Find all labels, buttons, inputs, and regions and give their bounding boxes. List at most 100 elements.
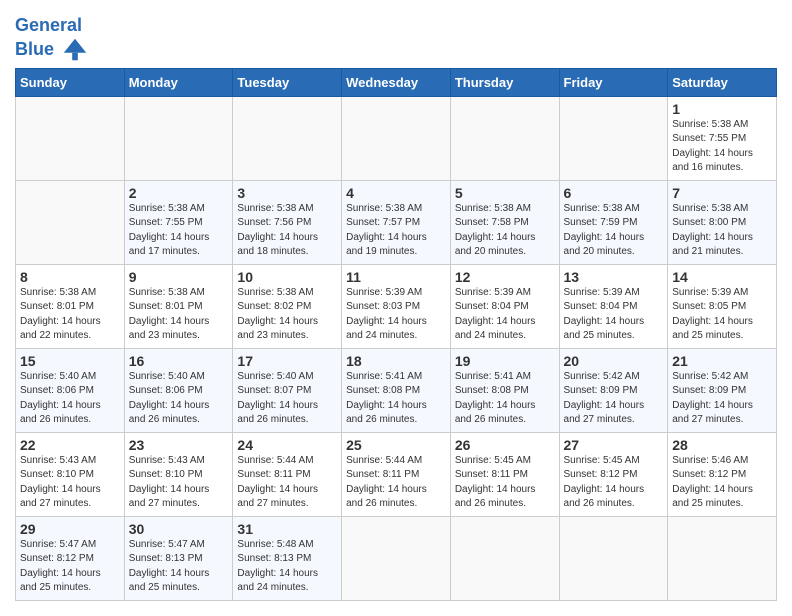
day-number: 1	[672, 101, 772, 117]
day-number: 26	[455, 437, 555, 453]
day-18: 18Sunrise: 5:41 AMSunset: 8:08 PMDayligh…	[342, 348, 451, 432]
day-8: 8Sunrise: 5:38 AMSunset: 8:01 PMDaylight…	[16, 264, 125, 348]
empty-cell	[16, 96, 125, 180]
day-info: Sunrise: 5:44 AMSunset: 8:11 PMDaylight:…	[237, 454, 337, 512]
header-tuesday: Tuesday	[233, 68, 342, 96]
day-info: Sunrise: 5:38 AMSunset: 8:01 PMDaylight:…	[129, 286, 229, 344]
empty-cell	[124, 96, 233, 180]
day-20: 20Sunrise: 5:42 AMSunset: 8:09 PMDayligh…	[559, 348, 668, 432]
day-26: 26Sunrise: 5:45 AMSunset: 8:11 PMDayligh…	[450, 432, 559, 516]
day-1: 1Sunrise: 5:38 AMSunset: 7:55 PMDaylight…	[668, 96, 777, 180]
day-7: 7Sunrise: 5:38 AMSunset: 8:00 PMDaylight…	[668, 180, 777, 264]
day-number: 11	[346, 269, 446, 285]
day-number: 2	[129, 185, 229, 201]
day-number: 6	[564, 185, 664, 201]
day-info: Sunrise: 5:39 AMSunset: 8:04 PMDaylight:…	[455, 286, 555, 344]
day-number: 27	[564, 437, 664, 453]
day-number: 8	[20, 269, 120, 285]
day-info: Sunrise: 5:40 AMSunset: 8:07 PMDaylight:…	[237, 370, 337, 428]
day-28: 28Sunrise: 5:46 AMSunset: 8:12 PMDayligh…	[668, 432, 777, 516]
day-info: Sunrise: 5:45 AMSunset: 8:11 PMDaylight:…	[455, 454, 555, 512]
day-24: 24Sunrise: 5:44 AMSunset: 8:11 PMDayligh…	[233, 432, 342, 516]
empty-cell	[450, 96, 559, 180]
day-number: 3	[237, 185, 337, 201]
calendar-week-2: 2Sunrise: 5:38 AMSunset: 7:55 PMDaylight…	[16, 180, 777, 264]
day-info: Sunrise: 5:40 AMSunset: 8:06 PMDaylight:…	[129, 370, 229, 428]
day-30: 30Sunrise: 5:47 AMSunset: 8:13 PMDayligh…	[124, 516, 233, 600]
day-9: 9Sunrise: 5:38 AMSunset: 8:01 PMDaylight…	[124, 264, 233, 348]
day-11: 11Sunrise: 5:39 AMSunset: 8:03 PMDayligh…	[342, 264, 451, 348]
calendar-week-3: 8 Sunrise: 5:38 AMSunset: 8:01 PMDaylight…	[16, 264, 777, 348]
day-number: 24	[237, 437, 337, 453]
day-number: 25	[346, 437, 446, 453]
empty-cell	[342, 96, 451, 180]
day-number: 5	[455, 185, 555, 201]
day-number: 20	[564, 353, 664, 369]
day-number: 28	[672, 437, 772, 453]
header-sunday: Sunday	[16, 68, 125, 96]
header-thursday: Thursday	[450, 68, 559, 96]
day-19: 19Sunrise: 5:41 AMSunset: 8:08 PMDayligh…	[450, 348, 559, 432]
logo-text-2: Blue	[15, 36, 89, 64]
day-4: 4Sunrise: 5:38 AMSunset: 7:57 PMDaylight…	[342, 180, 451, 264]
empty-cell	[559, 96, 668, 180]
page-header: General Blue	[15, 10, 777, 64]
day-info: Sunrise: 5:41 AMSunset: 8:08 PMDaylight:…	[455, 370, 555, 428]
day-31: 31Sunrise: 5:48 AMSunset: 8:13 PMDayligh…	[233, 516, 342, 600]
day-info: Sunrise: 5:39 AMSunset: 8:04 PMDaylight:…	[564, 286, 664, 344]
day-info: Sunrise: 5:40 AMSunset: 8:06 PMDaylight:…	[20, 370, 120, 428]
day-info: Sunrise: 5:42 AMSunset: 8:09 PMDaylight:…	[564, 370, 664, 428]
day-info: Sunrise: 5:38 AMSunset: 8:02 PMDaylight:…	[237, 286, 337, 344]
logo: General Blue	[15, 16, 89, 64]
empty-cell	[450, 516, 559, 600]
day-5: 5Sunrise: 5:38 AMSunset: 7:58 PMDaylight…	[450, 180, 559, 264]
logo-text: General	[15, 16, 89, 36]
empty-cell	[559, 516, 668, 600]
day-info: Sunrise: 5:38 AMSunset: 7:56 PMDaylight:…	[237, 202, 337, 260]
day-number: 9	[129, 269, 229, 285]
calendar-table: SundayMondayTuesdayWednesdayThursdayFrid…	[15, 68, 777, 601]
day-number: 17	[237, 353, 337, 369]
day-number: 14	[672, 269, 772, 285]
day-info: Sunrise: 5:45 AMSunset: 8:12 PMDaylight:…	[564, 454, 664, 512]
day-number: 4	[346, 185, 446, 201]
day-12: 12Sunrise: 5:39 AMSunset: 8:04 PMDayligh…	[450, 264, 559, 348]
day-number: 29	[20, 521, 120, 537]
day-info: Sunrise: 5:47 AMSunset: 8:12 PMDaylight:…	[20, 538, 120, 596]
empty-cell	[16, 180, 125, 264]
day-info: Sunrise: 5:42 AMSunset: 8:09 PMDaylight:…	[672, 370, 772, 428]
day-29: 29Sunrise: 5:47 AMSunset: 8:12 PMDayligh…	[16, 516, 125, 600]
day-number: 15	[20, 353, 120, 369]
empty-cell	[233, 96, 342, 180]
day-15: 15Sunrise: 5:40 AMSunset: 8:06 PMDayligh…	[16, 348, 125, 432]
day-25: 25Sunrise: 5:44 AMSunset: 8:11 PMDayligh…	[342, 432, 451, 516]
header-wednesday: Wednesday	[342, 68, 451, 96]
day-number: 16	[129, 353, 229, 369]
day-info: Sunrise: 5:46 AMSunset: 8:12 PMDaylight:…	[672, 454, 772, 512]
calendar-week-5: 22Sunrise: 5:43 AMSunset: 8:10 PMDayligh…	[16, 432, 777, 516]
day-info: Sunrise: 5:38 AMSunset: 7:55 PMDaylight:…	[672, 118, 772, 176]
day-13: 13Sunrise: 5:39 AMSunset: 8:04 PMDayligh…	[559, 264, 668, 348]
day-number: 22	[20, 437, 120, 453]
day-14: 14Sunrise: 5:39 AMSunset: 8:05 PMDayligh…	[668, 264, 777, 348]
day-number: 19	[455, 353, 555, 369]
day-number: 7	[672, 185, 772, 201]
day-21: 21Sunrise: 5:42 AMSunset: 8:09 PMDayligh…	[668, 348, 777, 432]
day-number: 10	[237, 269, 337, 285]
day-23: 23Sunrise: 5:43 AMSunset: 8:10 PMDayligh…	[124, 432, 233, 516]
day-info: Sunrise: 5:44 AMSunset: 8:11 PMDaylight:…	[346, 454, 446, 512]
day-number: 18	[346, 353, 446, 369]
day-number: 23	[129, 437, 229, 453]
day-info: Sunrise: 5:38 AMSunset: 7:57 PMDaylight:…	[346, 202, 446, 260]
day-6: 6Sunrise: 5:38 AMSunset: 7:59 PMDaylight…	[559, 180, 668, 264]
day-info: Sunrise: 5:38 AMSunset: 7:58 PMDaylight:…	[455, 202, 555, 260]
day-info: Sunrise: 5:39 AMSunset: 8:03 PMDaylight:…	[346, 286, 446, 344]
calendar-week-6: 29Sunrise: 5:47 AMSunset: 8:12 PMDayligh…	[16, 516, 777, 600]
day-info: Sunrise: 5:47 AMSunset: 8:13 PMDaylight:…	[129, 538, 229, 596]
day-info: Sunrise: 5:39 AMSunset: 8:05 PMDaylight:…	[672, 286, 772, 344]
day-info: Sunrise: 5:43 AMSunset: 8:10 PMDaylight:…	[20, 454, 120, 512]
day-number: 30	[129, 521, 229, 537]
day-info: Sunrise: 5:41 AMSunset: 8:08 PMDaylight:…	[346, 370, 446, 428]
header-saturday: Saturday	[668, 68, 777, 96]
empty-cell	[668, 516, 777, 600]
